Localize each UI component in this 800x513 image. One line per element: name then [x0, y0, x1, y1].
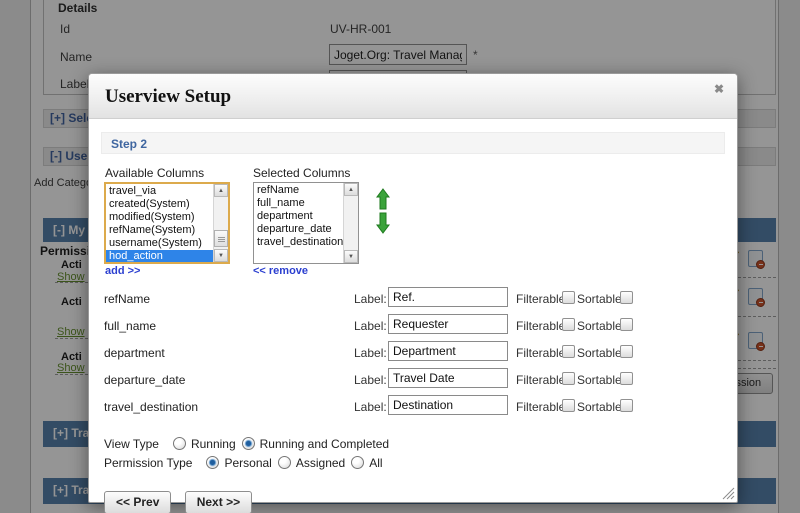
move-up-icon[interactable]: [376, 188, 390, 210]
column-row: departure_date Label: Filterable: Sortab…: [104, 367, 725, 394]
column-label-input[interactable]: [388, 314, 508, 334]
available-item[interactable]: created(System): [106, 198, 213, 211]
view-type-label: View Type: [104, 437, 159, 451]
column-name: department: [104, 346, 165, 360]
remove-link[interactable]: << remove: [253, 265, 308, 277]
label-caption: Label:: [354, 346, 387, 360]
filterable-caption: Filterable:: [516, 319, 569, 333]
radio-assigned-label: Assigned: [296, 456, 345, 470]
sortable-checkbox[interactable]: [620, 291, 633, 304]
screen: Details Id UV-HR-001 Name * Label for in…: [0, 0, 800, 513]
available-item[interactable]: travel_via: [106, 185, 213, 198]
column-row: refName Label: Filterable: Sortable:: [104, 286, 725, 313]
column-name: refName: [104, 292, 150, 306]
options-section: View Type Running Running and Completed …: [104, 435, 725, 471]
permission-type-label: Permission Type: [104, 456, 192, 470]
column-name: departure_date: [104, 373, 185, 387]
column-picker: Available Columns Selected Columns trave…: [104, 166, 725, 280]
sortable-caption: Sortable:: [577, 373, 625, 387]
permission-type-row: Permission Type Personal Assigned All: [104, 454, 725, 471]
radio-all-label: All: [369, 456, 382, 470]
scrollbar[interactable]: ▲ ▼: [213, 184, 228, 262]
dialog-body: Step 2 Available Columns Selected Column…: [89, 119, 737, 502]
sortable-checkbox[interactable]: [620, 318, 633, 331]
column-name: travel_destination: [104, 400, 198, 414]
column-row: department Label: Filterable: Sortable:: [104, 340, 725, 367]
resize-grip-icon[interactable]: [720, 485, 735, 500]
available-columns-label: Available Columns: [105, 166, 204, 180]
scroll-up-icon[interactable]: ▲: [214, 184, 228, 197]
column-label-input[interactable]: [388, 341, 508, 361]
label-caption: Label:: [354, 319, 387, 333]
column-label-input[interactable]: [388, 368, 508, 388]
filterable-checkbox[interactable]: [562, 291, 575, 304]
filterable-checkbox[interactable]: [562, 372, 575, 385]
available-item[interactable]: username(System): [106, 237, 213, 250]
column-row: full_name Label: Filterable: Sortable:: [104, 313, 725, 340]
available-item[interactable]: refName(System): [106, 224, 213, 237]
step-indicator: Step 2: [101, 132, 725, 154]
available-item[interactable]: modified(System): [106, 211, 213, 224]
column-name: full_name: [104, 319, 156, 333]
label-caption: Label:: [354, 400, 387, 414]
sortable-caption: Sortable:: [577, 346, 625, 360]
dialog-title: Userview Setup: [105, 86, 231, 108]
sortable-checkbox[interactable]: [620, 399, 633, 412]
radio-running-label: Running: [191, 437, 236, 451]
scroll-thumb[interactable]: [214, 230, 228, 247]
radio-personal-label: Personal: [224, 456, 271, 470]
view-type-row: View Type Running Running and Completed: [104, 435, 725, 452]
filterable-checkbox[interactable]: [562, 318, 575, 331]
sortable-checkbox[interactable]: [620, 345, 633, 358]
column-label-input[interactable]: [388, 395, 508, 415]
selected-item[interactable]: department: [254, 210, 343, 223]
next-button[interactable]: Next >>: [185, 491, 252, 513]
scrollbar[interactable]: ▲ ▼: [343, 183, 358, 263]
filterable-checkbox[interactable]: [562, 345, 575, 358]
column-label-input[interactable]: [388, 287, 508, 307]
sortable-caption: Sortable:: [577, 292, 625, 306]
userview-setup-dialog: Userview Setup ✖ Step 2 Available Column…: [88, 73, 738, 503]
selected-columns-listbox[interactable]: refName full_name department departure_d…: [253, 182, 359, 264]
filterable-caption: Filterable:: [516, 292, 569, 306]
radio-running-and-completed-label: Running and Completed: [260, 437, 389, 451]
filterable-checkbox[interactable]: [562, 399, 575, 412]
add-link[interactable]: add >>: [105, 265, 140, 277]
selected-item[interactable]: travel_destination: [254, 236, 343, 249]
scroll-down-icon[interactable]: ▼: [214, 249, 228, 262]
filterable-caption: Filterable:: [516, 400, 569, 414]
move-down-icon[interactable]: [376, 212, 390, 234]
selected-item[interactable]: full_name: [254, 197, 343, 210]
filterable-caption: Filterable:: [516, 346, 569, 360]
scroll-up-icon[interactable]: ▲: [344, 183, 358, 196]
scroll-down-icon[interactable]: ▼: [344, 250, 358, 263]
radio-running-and-completed[interactable]: [242, 437, 255, 450]
column-row: travel_destination Label: Filterable: So…: [104, 394, 725, 421]
sortable-caption: Sortable:: [577, 400, 625, 414]
radio-all[interactable]: [351, 456, 364, 469]
column-config-rows: refName Label: Filterable: Sortable: ful…: [104, 286, 725, 421]
sortable-caption: Sortable:: [577, 319, 625, 333]
filterable-caption: Filterable:: [516, 373, 569, 387]
close-icon[interactable]: ✖: [714, 82, 724, 96]
dialog-titlebar[interactable]: Userview Setup ✖: [89, 74, 737, 119]
wizard-nav: << Prev Next >>: [104, 491, 725, 513]
selected-item[interactable]: departure_date: [254, 223, 343, 236]
sortable-checkbox[interactable]: [620, 372, 633, 385]
radio-personal[interactable]: [206, 456, 219, 469]
selected-item[interactable]: refName: [254, 184, 343, 197]
label-caption: Label:: [354, 373, 387, 387]
available-columns-listbox[interactable]: travel_via created(System) modified(Syst…: [104, 182, 230, 264]
label-caption: Label:: [354, 292, 387, 306]
radio-assigned[interactable]: [278, 456, 291, 469]
available-item-selected[interactable]: hod_action: [106, 250, 213, 262]
radio-running[interactable]: [173, 437, 186, 450]
prev-button[interactable]: << Prev: [104, 491, 171, 513]
selected-columns-label: Selected Columns: [253, 166, 350, 180]
